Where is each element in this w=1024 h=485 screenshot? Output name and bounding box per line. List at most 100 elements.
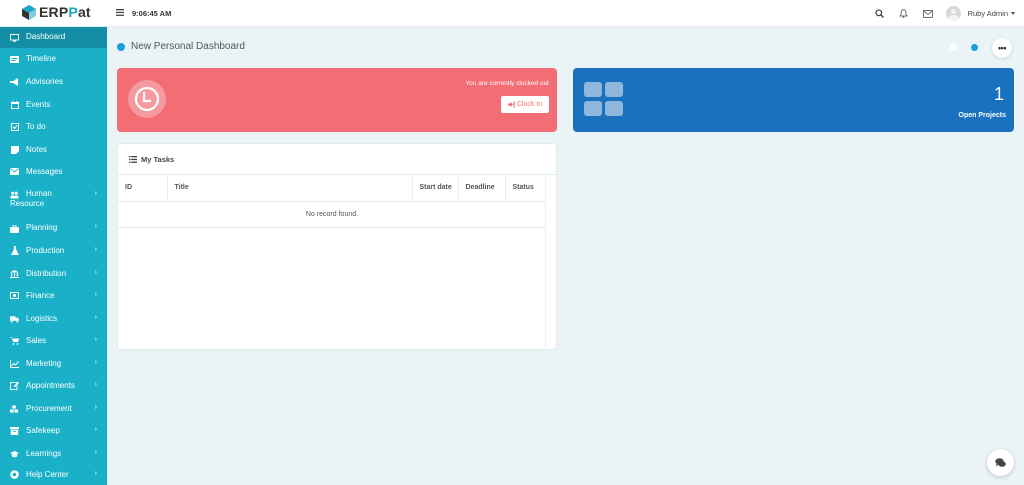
app-logo[interactable]: ERPPat (22, 4, 91, 20)
top-actions: Ruby Admin (868, 0, 1024, 27)
timeline-icon (10, 55, 19, 64)
sidebar-item-dashboard[interactable]: Dashboard (0, 27, 107, 48)
chart-line-icon (10, 359, 19, 368)
sidebar-item-notes[interactable]: Notes (0, 138, 107, 160)
column-header-status[interactable]: Status (505, 175, 546, 202)
sidebar-item-learnings[interactable]: Learnings › (0, 442, 107, 464)
menu-toggle-icon[interactable] (116, 9, 124, 18)
my-tasks-header: My Tasks (118, 144, 558, 175)
sidebar-item-label: Advisories (26, 77, 63, 86)
sidebar-item-label: Human (26, 189, 52, 198)
sidebar-item-label: Planning (26, 223, 58, 232)
mail-icon[interactable] (916, 0, 940, 27)
column-header-id[interactable]: ID (118, 175, 168, 202)
column-header-start-date[interactable]: Start date (412, 175, 459, 202)
calendar-icon (10, 100, 19, 109)
chevron-right-icon: › (94, 449, 97, 456)
sign-in-icon (507, 101, 515, 108)
chevron-right-icon: › (94, 470, 97, 477)
top-bar: ERPPat 9:06:45 AM Ruby Admin (0, 0, 1024, 27)
column-header-deadline[interactable]: Deadline (458, 175, 506, 202)
sidebar-item-logistics[interactable]: Logistics › (0, 307, 107, 329)
column-header-title[interactable]: Title (167, 175, 413, 202)
sidebar-item-safekeep[interactable]: Safekeep › (0, 419, 107, 442)
tasks-scrollbar[interactable] (545, 175, 556, 350)
more-options-button[interactable]: ••• (992, 38, 1012, 58)
users-icon (10, 190, 19, 199)
chevron-right-icon: › (94, 291, 97, 298)
table-header-row: ID Title Start date Deadline Status (118, 175, 546, 202)
sidebar-item-planning[interactable]: Planning › (0, 217, 107, 239)
chevron-right-icon: › (94, 223, 97, 230)
flask-icon (10, 246, 19, 255)
briefcase-icon (10, 224, 19, 233)
clock-in-label: Clock In (516, 101, 543, 108)
sidebar-item-marketing[interactable]: Marketing › (0, 352, 107, 374)
edit-icon (10, 381, 19, 390)
sidebar-item-human-resource[interactable]: Human Resource › (0, 183, 107, 217)
sidebar: Dashboard Timeline Advisories Events To … (0, 27, 107, 485)
chevron-right-icon: › (94, 246, 97, 253)
chat-icon (995, 457, 1006, 467)
clock-status-text: You are currently clocked out (465, 80, 549, 87)
sidebar-item-label: Appointments (26, 381, 75, 390)
dashboard-switch-dot-active[interactable] (971, 44, 978, 51)
sidebar-item-label: Logistics (26, 314, 58, 323)
chevron-right-icon: › (94, 314, 97, 321)
chevron-right-icon: › (94, 404, 97, 411)
sidebar-item-finance[interactable]: Finance › (0, 284, 107, 307)
sidebar-item-help-center[interactable]: Help Center › (0, 464, 107, 485)
sidebar-item-messages[interactable]: Messages (0, 160, 107, 183)
sidebar-item-label: Production (26, 246, 65, 255)
sidebar-item-sales[interactable]: Sales › (0, 329, 107, 352)
sidebar-item-label: Events (26, 100, 51, 109)
chat-button[interactable] (987, 449, 1014, 476)
sidebar-item-label: Learnings (26, 449, 62, 458)
clock-in-button[interactable]: Clock In (501, 96, 549, 113)
sidebar-item-label: Procurement (26, 404, 72, 413)
search-icon[interactable] (868, 0, 892, 27)
checkbox-icon (10, 122, 19, 131)
user-name[interactable]: Ruby Admin (968, 9, 1008, 18)
truck-icon (10, 314, 19, 323)
page-title: New Personal Dashboard (131, 41, 245, 52)
status-dot-icon (117, 42, 125, 51)
sidebar-item-todo[interactable]: To do (0, 115, 107, 138)
sidebar-item-appointments[interactable]: Appointments › (0, 374, 107, 397)
sidebar-item-label: Distribution (26, 269, 67, 278)
sidebar-item-label: To do (26, 122, 46, 131)
sidebar-item-label: Marketing (26, 359, 62, 368)
open-projects-card[interactable]: 1 Open Projects (573, 68, 1014, 132)
bank-icon (10, 269, 19, 278)
chevron-right-icon: › (94, 190, 97, 197)
graduation-cap-icon (10, 449, 19, 458)
chevron-right-icon: › (94, 336, 97, 343)
chevron-right-icon: › (94, 359, 97, 366)
avatar[interactable] (945, 6, 961, 21)
sidebar-item-events[interactable]: Events (0, 93, 107, 115)
sidebar-item-label: Messages (26, 167, 63, 176)
sidebar-item-procurement[interactable]: Procurement › (0, 397, 107, 419)
envelope-icon (10, 167, 19, 176)
sidebar-item-advisories[interactable]: Advisories (0, 70, 107, 93)
dashboard-switch-dot[interactable] (950, 44, 957, 51)
bullhorn-icon (10, 77, 19, 86)
table-row: No record found. (118, 201, 546, 228)
sidebar-item-production[interactable]: Production › (0, 239, 107, 262)
cart-icon (10, 336, 19, 345)
grid-icon (584, 82, 624, 117)
chevron-down-icon[interactable] (1011, 12, 1015, 15)
sidebar-item-label: Sales (26, 336, 47, 345)
current-time: 9:06:45 AM (132, 9, 172, 18)
logo-text: ERPPat (39, 4, 91, 20)
sidebar-item-distribution[interactable]: Distribution › (0, 262, 107, 284)
empty-table-message: No record found. (118, 201, 546, 228)
open-projects-count: 1 (993, 84, 1004, 104)
sidebar-item-label: Safekeep (26, 426, 60, 435)
chevron-right-icon: › (94, 381, 97, 388)
cubes-icon (10, 404, 19, 413)
page-header: New Personal Dashboard (117, 41, 245, 52)
sidebar-item-timeline[interactable]: Timeline (0, 48, 107, 70)
bell-icon[interactable] (892, 0, 916, 27)
sidebar-item-label: Help Center (26, 470, 69, 479)
